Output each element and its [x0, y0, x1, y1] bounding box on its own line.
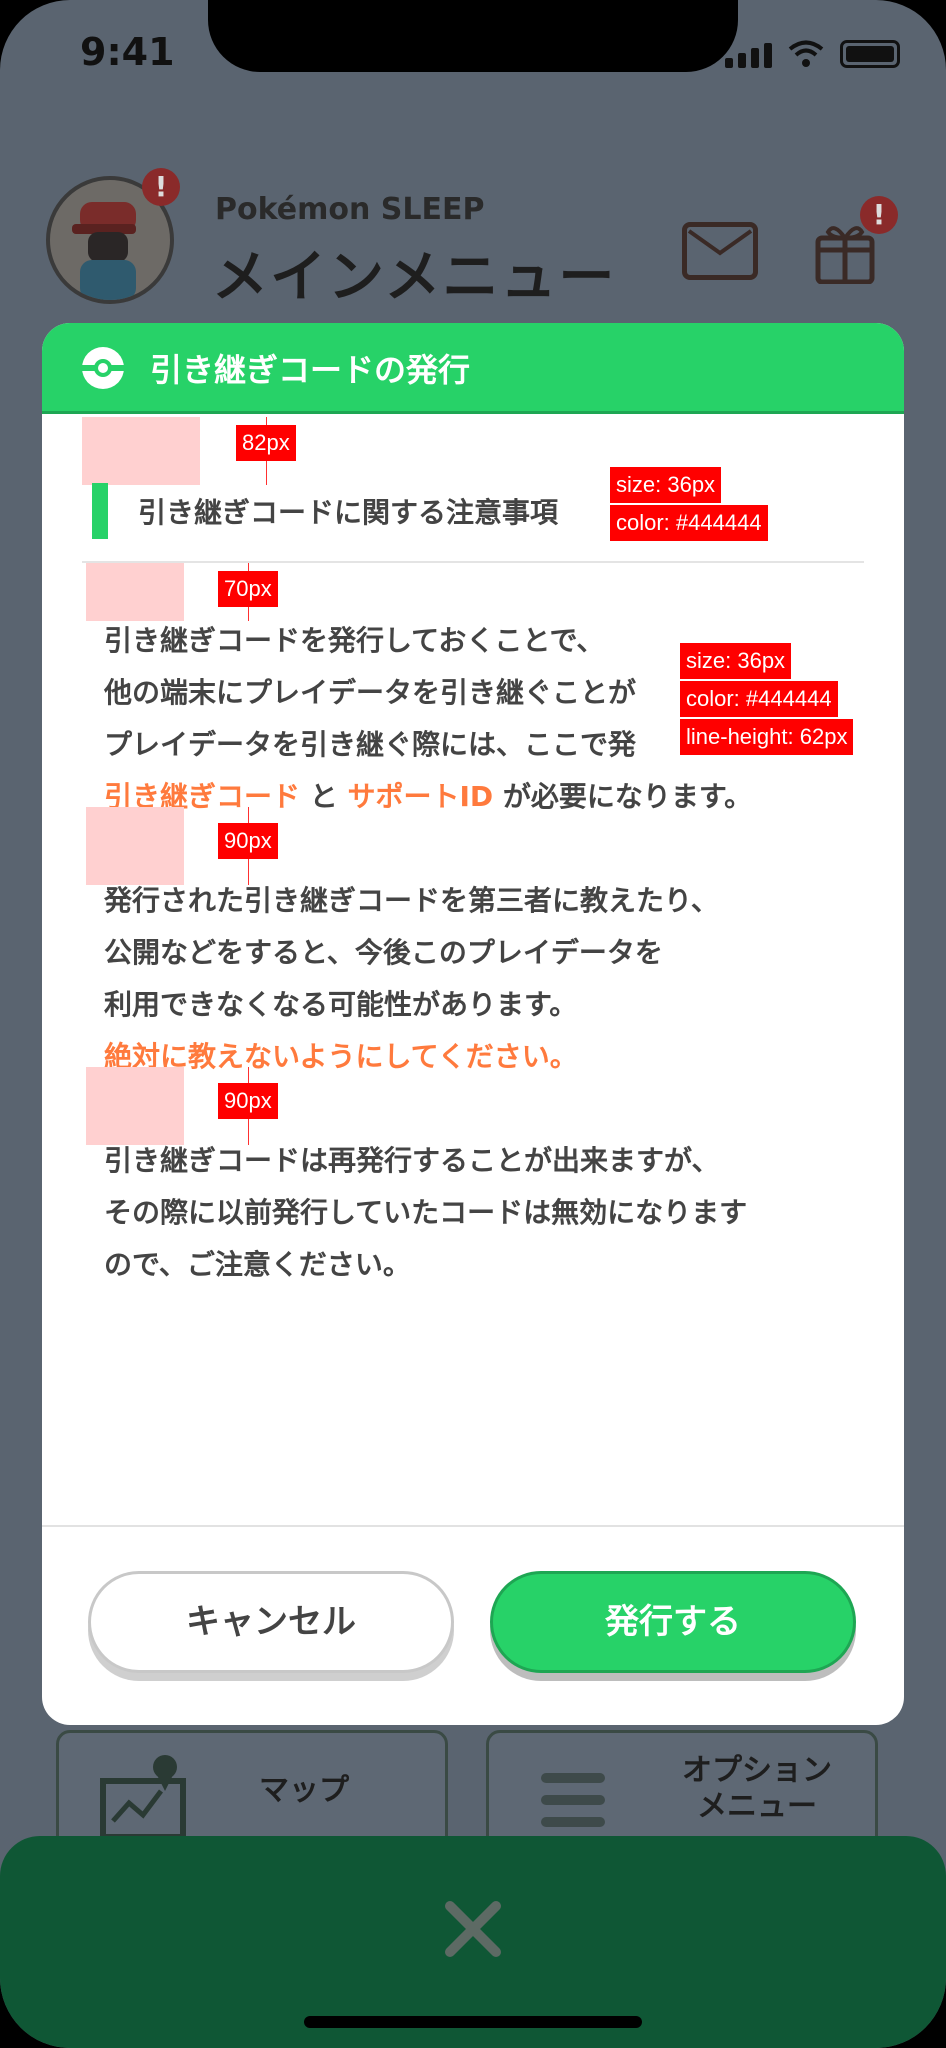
paragraph-line: 引き継ぎコードは再発行することが出来ますが、: [104, 1144, 720, 1177]
spacing-highlight: [86, 1067, 184, 1145]
close-icon[interactable]: [438, 1894, 508, 1964]
footer-divider: [42, 1525, 904, 1527]
status-icons: [725, 40, 900, 68]
spacing-highlight: [82, 417, 200, 485]
spacing-label: 82px: [236, 425, 296, 461]
wifi-icon: [788, 40, 824, 67]
spacing-label: 90px: [218, 823, 278, 859]
font-size-label: size: 36px: [680, 643, 792, 679]
battery-icon: [840, 40, 900, 68]
spacing-label: 90px: [218, 1083, 278, 1119]
gift-alert-badge: !: [860, 196, 898, 234]
app-name: Pokémon SLEEP: [215, 192, 485, 227]
status-time: 9:41: [80, 30, 175, 74]
phone-screen: 9:41 ! Pokémon SLEEP メインメニュー ! 引き継ぎコードの発…: [0, 0, 946, 2048]
section-divider: [82, 561, 864, 563]
spacing-highlight: [86, 563, 184, 621]
option-label: オプション メニュー: [657, 1753, 857, 1825]
home-indicator[interactable]: [304, 2016, 642, 2028]
hamburger-icon: [541, 1773, 605, 1827]
option-label-line: メニュー: [697, 1789, 817, 1824]
paragraph-line: 引き継ぎコード と サポートID が必要になります。: [104, 771, 864, 823]
cancel-button[interactable]: キャンセル: [88, 1571, 454, 1673]
spacing-label: 70px: [218, 571, 278, 607]
support-id-highlight: サポートID: [347, 780, 494, 813]
font-size-label: size: 36px: [610, 467, 722, 503]
paragraph-text: が必要になります。: [493, 780, 753, 813]
signal-icon: [725, 43, 772, 68]
warning-text: 絶対に教えないようにしてください。: [104, 1040, 578, 1073]
pokeball-icon: [82, 347, 124, 389]
map-label: マップ: [259, 1773, 349, 1808]
header-divider: [42, 411, 904, 414]
option-menu-card[interactable]: オプション メニュー: [486, 1730, 878, 1850]
spacing-highlight: [86, 807, 184, 885]
avatar-alert-badge: !: [142, 168, 180, 206]
map-menu-card[interactable]: マップ: [56, 1730, 448, 1850]
font-color-label: color: #444444: [680, 681, 838, 717]
paragraph-line: 公開などをすると、今後このプレイデータを: [104, 936, 663, 969]
paragraph-line: ので、ご注意ください。: [104, 1248, 411, 1281]
section-title: 引き継ぎコードに関する注意事項: [138, 496, 559, 529]
bottom-bar: [0, 1836, 946, 2048]
page-title: メインメニュー: [212, 245, 617, 310]
issue-button[interactable]: 発行する: [490, 1571, 856, 1673]
map-icon: [100, 1755, 186, 1837]
transfer-code-dialog: 引き継ぎコードの発行 82px 引き継ぎコードに関する注意事項 size: 36…: [42, 323, 904, 1725]
option-label-line: オプション: [682, 1753, 832, 1788]
mail-icon[interactable]: [682, 222, 758, 280]
main-menu-header: ! Pokémon SLEEP メインメニュー !: [0, 160, 946, 320]
font-color-label: color: #444444: [610, 505, 768, 541]
paragraph-line: 発行された引き継ぎコードを第三者に教えたり、: [104, 884, 719, 917]
paragraph-reissue: 引き継ぎコードは再発行することが出来ますが、 その際に以前発行していたコードは無…: [104, 1135, 864, 1291]
dialog-title: 引き継ぎコードの発行: [150, 351, 471, 389]
notch: [208, 0, 738, 72]
section-accent-bar: [92, 483, 108, 539]
status-bar: 9:41: [0, 0, 946, 110]
paragraph-line: 利用できなくなる可能性があります。: [104, 988, 578, 1021]
paragraph-line: その際に以前発行していたコードは無効になります: [104, 1196, 748, 1229]
conjunction-text: と: [300, 780, 348, 813]
dialog-header: 引き継ぎコードの発行: [42, 323, 904, 413]
line-height-label: line-height: 62px: [680, 719, 854, 755]
paragraph-warning: 発行された引き継ぎコードを第三者に教えたり、 公開などをすると、今後このプレイデ…: [104, 875, 864, 1083]
